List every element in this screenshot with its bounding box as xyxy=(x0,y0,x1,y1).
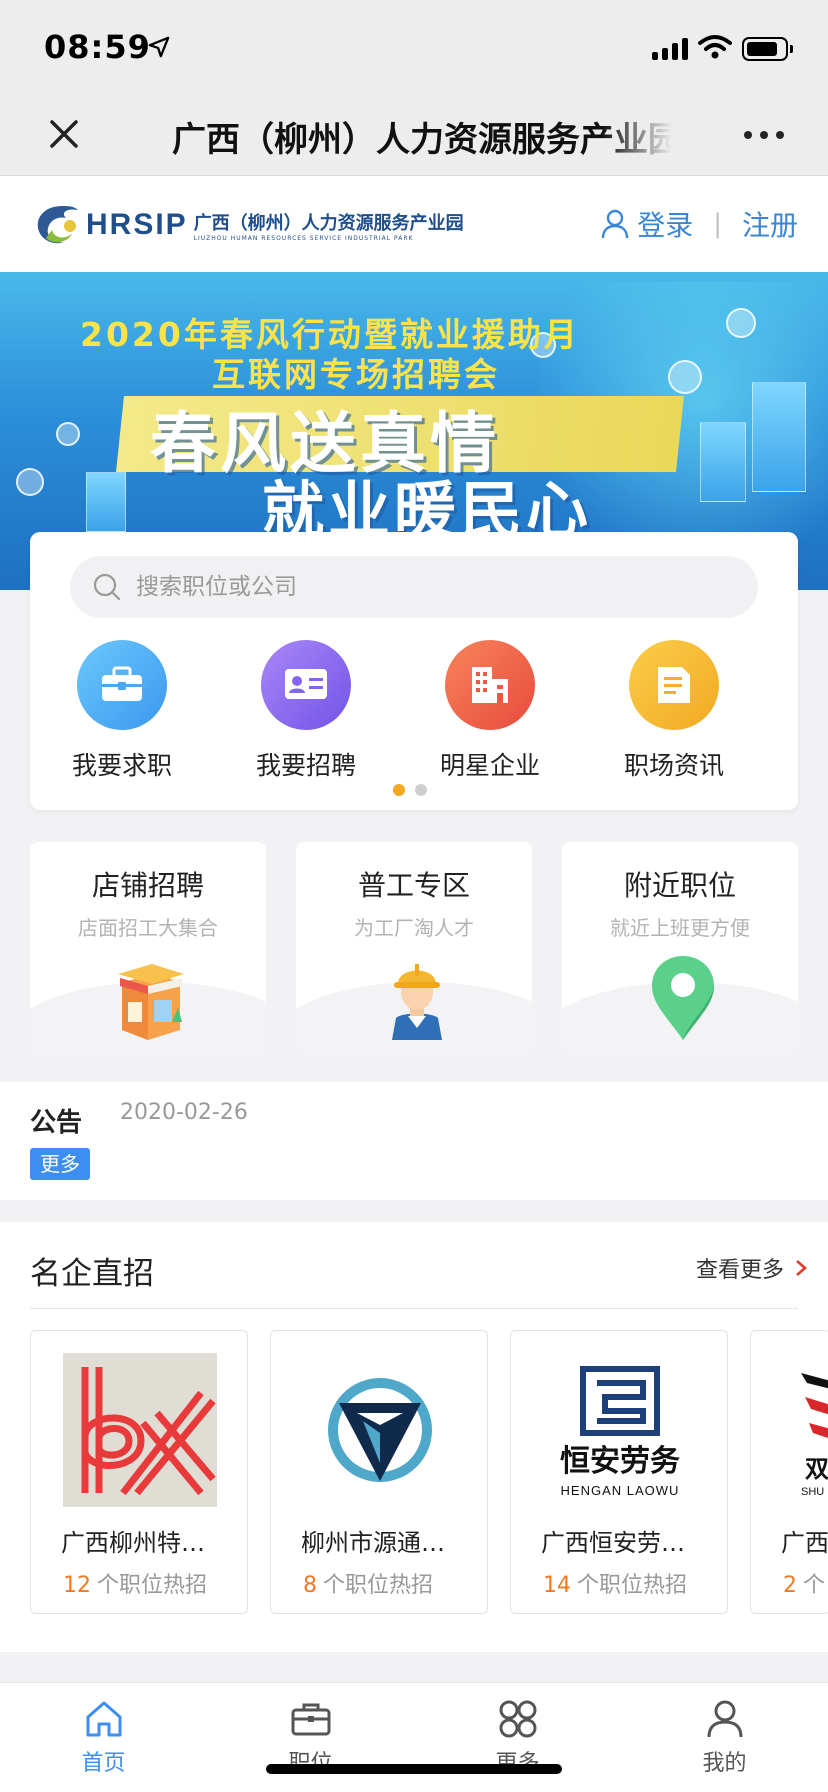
zone-subtitle: 就近上班更方便 xyxy=(610,916,750,940)
zone-title: 附近职位 xyxy=(623,869,736,902)
zone-nearby-jobs[interactable]: 附近职位 就近上班更方便 xyxy=(562,842,798,1052)
register-link[interactable]: 注册 xyxy=(742,204,798,244)
company-name: 柳州市源通… xyxy=(301,1529,445,1557)
banner-headline-2: 互联网专场招聘会 xyxy=(212,355,500,394)
quick-item-label: 我要招聘 xyxy=(255,751,356,780)
company-name: 广西柳州特… xyxy=(61,1529,205,1557)
feature-zones: 店铺招聘 店面招工大集合 普工专区 为工厂淘人才 附近职位 就近上班更方便 xyxy=(30,842,798,1052)
quick-item-label: 职场资讯 xyxy=(623,751,724,780)
tab-home[interactable]: 首页 xyxy=(0,1683,207,1792)
logo-english-name: LIUZHOU HUMAN RESOURCES SERVICE INDUSTRI… xyxy=(193,234,414,242)
company-job-count: 14 个职位热招 xyxy=(543,1573,688,1598)
document-icon xyxy=(629,640,719,730)
quick-item-recruit[interactable]: 我要招聘 xyxy=(214,640,398,782)
tab-label: 首页 xyxy=(81,1751,126,1776)
more-menu-icon[interactable] xyxy=(744,131,784,139)
grid-icon xyxy=(499,1700,536,1738)
briefcase-icon xyxy=(77,640,167,730)
company-name: 广西恒安劳… xyxy=(541,1529,685,1557)
location-arrow-icon xyxy=(148,36,170,58)
company-job-count: 12 个职位热招 xyxy=(63,1573,208,1598)
tab-more[interactable]: 更多 xyxy=(414,1683,621,1792)
webview-navbar: 广西（柳州）人力资源服务产业园 xyxy=(0,98,828,176)
company-card[interactable]: 广西柳州特… 12 个职位热招 xyxy=(30,1330,248,1614)
carousel-dot-active[interactable] xyxy=(393,784,405,796)
logo-wordmark: HRSIP xyxy=(86,208,188,241)
company-job-count: 8 个职位热招 xyxy=(303,1573,434,1598)
zone-subtitle: 为工厂淘人才 xyxy=(354,916,474,940)
partial-logo-text: 双 xyxy=(805,1455,828,1483)
tab-jobs[interactable]: 职位 xyxy=(207,1683,414,1792)
chevron-right-icon xyxy=(796,1260,807,1276)
search-bar[interactable] xyxy=(70,556,758,618)
tab-mine[interactable]: 我的 xyxy=(621,1683,828,1792)
zone-title: 店铺招聘 xyxy=(91,869,204,902)
company-card[interactable]: 柳州市源通… 8 个职位热招 xyxy=(270,1330,488,1614)
home-icon xyxy=(86,1701,121,1737)
login-link[interactable]: 登录 xyxy=(637,204,693,244)
home-indicator xyxy=(266,1764,562,1774)
zone-general-worker[interactable]: 普工专区 为工厂淘人才 xyxy=(296,842,532,1052)
zone-subtitle: 店面招工大集合 xyxy=(78,916,218,940)
company-logo xyxy=(63,1353,217,1507)
view-more-label: 查看更多 xyxy=(695,1258,784,1283)
announcement-more-button[interactable]: 更多 xyxy=(30,1148,90,1180)
briefcase-icon xyxy=(291,1703,330,1736)
hengan-logo-en: HENGAN LAOWU xyxy=(561,1483,680,1498)
logo-chinese-name: 广西（柳州）人力资源服务产业园 xyxy=(193,212,464,234)
close-icon[interactable] xyxy=(44,114,84,154)
user-icon xyxy=(602,209,629,239)
zone-title: 普工专区 xyxy=(357,869,470,902)
hengan-logo-text: 恒安劳务 xyxy=(560,1444,680,1479)
search-input[interactable] xyxy=(136,574,696,600)
announcement-label: 公告 xyxy=(30,1108,83,1138)
status-time: 08:59 xyxy=(44,28,151,66)
worker-icon xyxy=(392,964,442,1040)
logo-swirl-icon xyxy=(37,206,78,244)
company-card[interactable]: 双 SHU 广西 2个 xyxy=(750,1330,828,1614)
auth-separator: | xyxy=(713,209,722,239)
building-icon xyxy=(445,640,535,730)
partial-logo-en: SHU xyxy=(801,1486,824,1498)
shop-icon xyxy=(118,964,184,1040)
zone-shop-recruit[interactable]: 店铺招聘 店面招工大集合 xyxy=(30,842,266,1052)
bottom-tab-bar: 首页 职位 更多 我的 xyxy=(0,1682,828,1792)
company-card[interactable]: 恒安劳务 HENGAN LAOWU 广西恒安劳… 14 个职位热招 xyxy=(510,1330,728,1614)
section-title: 名企直招 xyxy=(30,1256,154,1292)
battery-icon xyxy=(742,37,793,61)
quick-item-label: 明星企业 xyxy=(439,751,540,780)
company-logo xyxy=(303,1353,457,1507)
company-logo: 双 SHU xyxy=(781,1353,828,1507)
company-name: 广西 xyxy=(781,1529,828,1557)
quick-actions-card: 我要求职 我要招聘 明星企业 职场资讯 xyxy=(30,532,798,810)
cellular-signal-icon xyxy=(652,38,688,60)
wifi-icon xyxy=(698,35,732,59)
page-title: 广西（柳州）人力资源服务产业园 xyxy=(172,120,672,160)
quick-item-star-company[interactable]: 明星企业 xyxy=(398,640,582,782)
quick-item-workplace-news[interactable]: 职场资讯 xyxy=(582,640,766,782)
announcement-date: 2020-02-26 xyxy=(120,1100,248,1125)
announcement-bar[interactable]: 公告 2020-02-26 更多 xyxy=(0,1082,828,1200)
company-logo: 恒安劳务 HENGAN LAOWU xyxy=(543,1353,697,1507)
location-pin-icon xyxy=(652,956,714,1040)
carousel-dot[interactable] xyxy=(415,784,427,796)
view-more-link[interactable]: 查看更多 xyxy=(696,1252,808,1284)
search-icon xyxy=(93,573,121,601)
auth-links: 登录 | 注册 xyxy=(601,204,798,244)
quick-item-job-seek[interactable]: 我要求职 xyxy=(30,640,214,782)
site-logo[interactable]: HRSIP 广西（柳州）人力资源服务产业园 LIUZHOU HUMAN RESO… xyxy=(32,202,464,248)
user-icon xyxy=(707,1700,742,1738)
status-bar: 08:59 xyxy=(0,0,828,98)
site-header: HRSIP 广西（柳州）人力资源服务产业园 LIUZHOU HUMAN RESO… xyxy=(0,176,828,272)
tab-label: 我的 xyxy=(702,1751,747,1776)
carousel-pagination xyxy=(393,784,427,796)
id-card-icon xyxy=(261,640,351,730)
featured-companies-section: 名企直招 查看更多 广西柳州特… 12 个职位热招 柳州市源通… 8 个职位热招… xyxy=(0,1222,828,1652)
company-job-count: 2个 xyxy=(783,1573,826,1598)
quick-item-label: 我要求职 xyxy=(71,751,172,780)
